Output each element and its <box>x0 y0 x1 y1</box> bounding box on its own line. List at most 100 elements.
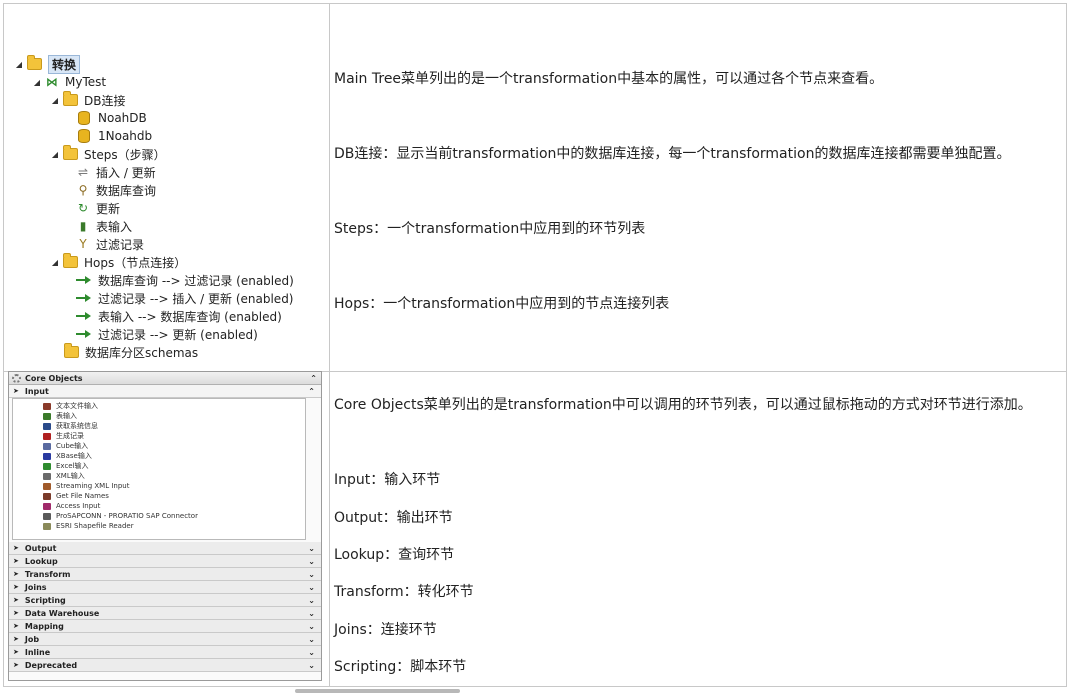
core-objects-header[interactable]: Core Objects ⌃ <box>9 372 321 385</box>
arrow-icon: ➤ <box>13 387 19 395</box>
category-transform[interactable]: ➤ Transform ⌄ <box>9 568 321 581</box>
arrow-icon: ➤ <box>13 544 19 552</box>
expand-triangle-icon[interactable]: ◢ <box>14 60 24 69</box>
tree-node-label: Hops（节点连接） <box>84 255 187 270</box>
chevron-down-icon[interactable]: ⌄ <box>308 622 315 631</box>
category-label: Input <box>24 386 49 396</box>
tree-node-db[interactable]: 1Noahdb <box>76 127 152 145</box>
shapefile-icon <box>43 522 51 530</box>
tree-node-label: 表输入 --> 数据库查询 (enabled) <box>98 309 282 324</box>
tree-node-hop[interactable]: 表输入 --> 数据库查询 (enabled) <box>76 307 282 325</box>
category-deprecated[interactable]: ➤ Deprecated ⌄ <box>9 659 321 672</box>
list-item[interactable]: ProSAPCONN - PRORATIO SAP Connector <box>43 511 198 521</box>
tree-node-step[interactable]: ↻ 更新 <box>76 199 120 217</box>
tree-node-label: 插入 / 更新 <box>96 165 156 180</box>
tree-node-step[interactable]: ⚲ 数据库查询 <box>76 181 156 199</box>
database-icon <box>78 111 90 125</box>
category-joins[interactable]: ➤ Joins ⌄ <box>9 581 321 594</box>
list-item[interactable]: 获取系统信息 <box>43 421 98 431</box>
hop-arrow-icon <box>76 275 92 285</box>
core-objects-title: Core Objects <box>25 373 83 383</box>
description-joins: Joins：连接环节 <box>334 622 437 638</box>
tree-node-step[interactable]: ▮ 表输入 <box>76 217 132 235</box>
streaming-xml-icon <box>43 482 51 490</box>
chevron-down-icon[interactable]: ⌄ <box>308 570 315 579</box>
list-item[interactable]: Access Input <box>43 501 100 511</box>
category-mapping[interactable]: ➤ Mapping ⌄ <box>9 620 321 633</box>
category-input[interactable]: ➤ Input ⌃ <box>9 385 321 398</box>
core-objects-panel: Core Objects ⌃ ➤ Input ⌃ 文本文件输入 表输入 获取系统… <box>8 371 322 681</box>
tree-node-step[interactable]: Y 过滤记录 <box>76 235 144 253</box>
tree-node-label: 过滤记录 <box>96 237 145 252</box>
list-item[interactable]: Get File Names <box>43 491 109 501</box>
chevron-down-icon[interactable]: ⌄ <box>308 583 315 592</box>
description-lookup: Lookup：查询环节 <box>334 547 455 563</box>
generate-rows-icon <box>43 432 51 440</box>
update-icon: ↻ <box>77 201 89 215</box>
category-data-warehouse[interactable]: ➤ Data Warehouse ⌄ <box>9 607 321 620</box>
chevron-down-icon[interactable]: ⌄ <box>308 635 315 644</box>
file-names-icon <box>43 492 51 500</box>
system-info-icon <box>43 422 51 430</box>
table-input-icon: ▮ <box>79 219 87 233</box>
arrow-icon: ➤ <box>13 648 19 656</box>
tree-node-transformation[interactable]: ◢ ⋈ MyTest <box>32 73 106 91</box>
tree-node-partial[interactable]: 数据库分区schemas <box>64 343 198 361</box>
arrow-icon: ➤ <box>13 661 19 669</box>
list-item[interactable]: XBase输入 <box>43 451 92 461</box>
description-input: Input：输入环节 <box>334 472 441 488</box>
arrow-icon: ➤ <box>13 622 19 630</box>
tree-node-label: 数据库分区schemas <box>85 345 199 360</box>
expand-triangle-icon[interactable]: ◢ <box>32 78 42 87</box>
arrow-icon: ➤ <box>13 609 19 617</box>
chevron-down-icon[interactable]: ⌄ <box>308 609 315 618</box>
expand-triangle-icon[interactable]: ◢ <box>50 150 60 159</box>
category-output[interactable]: ➤ Output ⌄ <box>9 542 321 555</box>
chevron-down-icon[interactable]: ⌄ <box>308 557 315 566</box>
chevron-down-icon[interactable]: ⌄ <box>308 544 315 553</box>
category-scripting[interactable]: ➤ Scripting ⌄ <box>9 594 321 607</box>
tree-node-hop[interactable]: 数据库查询 --> 过滤记录 (enabled) <box>76 271 294 289</box>
chevron-down-icon[interactable]: ⌄ <box>308 648 315 657</box>
tree-node-hop[interactable]: 过滤记录 --> 更新 (enabled) <box>76 325 258 343</box>
xbase-icon <box>43 452 51 460</box>
collapse-icon[interactable]: ⌃ <box>310 374 317 383</box>
tree-node-steps-folder[interactable]: ◢ Steps（步骤） <box>50 145 166 163</box>
category-inline[interactable]: ➤ Inline ⌄ <box>9 646 321 659</box>
description-main-tree: Main Tree菜单列出的是一个transformation中基本的属性，可以… <box>334 71 884 87</box>
category-lookup[interactable]: ➤ Lookup ⌄ <box>9 555 321 568</box>
list-item[interactable]: ESRI Shapefile Reader <box>43 521 134 531</box>
folder-icon <box>63 91 78 106</box>
expand-triangle-icon[interactable]: ◢ <box>50 96 60 105</box>
tree-node-hops-folder[interactable]: ◢ Hops（节点连接） <box>50 253 186 271</box>
expand-triangle-icon[interactable]: ◢ <box>50 258 60 267</box>
description-hops: Hops：一个transformation中应用到的节点连接列表 <box>334 296 670 312</box>
description-steps: Steps：一个transformation中应用到的环节列表 <box>334 221 646 237</box>
insert-update-icon: ⇌ <box>77 165 89 179</box>
list-item[interactable]: 表输入 <box>43 411 77 421</box>
tree-node-label: 表输入 <box>96 219 133 234</box>
list-item[interactable]: Streaming XML Input <box>43 481 129 491</box>
chevron-down-icon[interactable]: ⌄ <box>308 596 315 605</box>
tree-node-db[interactable]: NoahDB <box>76 109 147 127</box>
list-item[interactable]: XML输入 <box>43 471 85 481</box>
tree-node-db-folder[interactable]: ◢ DB连接 <box>50 91 125 109</box>
tree-node-root[interactable]: ◢ 转换 <box>14 54 81 74</box>
arrow-icon: ➤ <box>13 583 19 591</box>
tree-node-label: 数据库查询 <box>96 183 157 198</box>
tree-node-label: 1Noahdb <box>98 129 153 143</box>
input-step-list: 文本文件输入 表输入 获取系统信息 生成记录 Cube输入 XBase输入 Ex… <box>12 398 306 540</box>
list-item[interactable]: 生成记录 <box>43 431 84 441</box>
horizontal-scrollbar[interactable] <box>295 689 460 693</box>
list-item[interactable]: 文本文件输入 <box>43 401 98 411</box>
transformation-icon: ⋈ <box>46 75 58 89</box>
tree-node-step[interactable]: ⇌ 插入 / 更新 <box>76 163 156 181</box>
category-job[interactable]: ➤ Job ⌄ <box>9 633 321 646</box>
tree-node-label: NoahDB <box>98 111 147 125</box>
list-item[interactable]: Excel输入 <box>43 461 89 471</box>
chevron-down-icon[interactable]: ⌄ <box>308 661 315 670</box>
filter-rows-icon: Y <box>79 237 87 251</box>
chevron-up-icon[interactable]: ⌃ <box>308 387 315 396</box>
list-item[interactable]: Cube输入 <box>43 441 88 451</box>
tree-node-hop[interactable]: 过滤记录 --> 插入 / 更新 (enabled) <box>76 289 294 307</box>
